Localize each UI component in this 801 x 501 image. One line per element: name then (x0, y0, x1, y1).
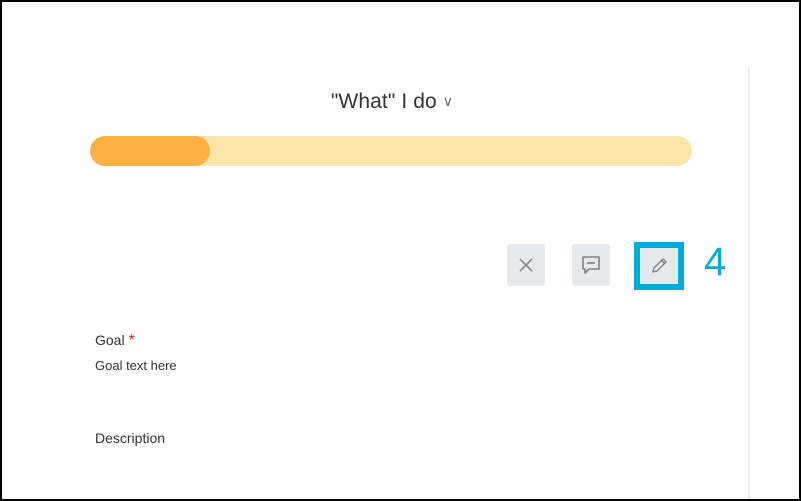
progress-bar (90, 136, 692, 166)
edit-button[interactable] (634, 242, 684, 290)
progress-bar-fill (90, 136, 211, 166)
panel-frame: "What" I do ∨ 4 Goal * Goal text here Desc… (0, 0, 801, 501)
goal-label-text: Goal (95, 332, 125, 348)
close-button[interactable] (507, 244, 545, 286)
pencil-icon (652, 258, 667, 273)
required-asterisk: * (128, 332, 135, 349)
edit-button-inner[interactable] (640, 248, 678, 284)
description-field-label: Description (95, 430, 166, 446)
comment-button[interactable] (572, 244, 610, 286)
goal-field-label: Goal * (95, 332, 135, 350)
step-callout-number: 4 (704, 240, 727, 284)
section-title[interactable]: "What" I do ∨ (2, 90, 782, 114)
vertical-divider (748, 66, 750, 499)
goal-field-value[interactable]: Goal text here (95, 358, 177, 373)
section-title-label: "What" I do (330, 90, 437, 113)
comment-icon (582, 256, 600, 274)
chevron-down-icon[interactable]: ∨ (443, 93, 453, 109)
close-icon (519, 258, 533, 272)
